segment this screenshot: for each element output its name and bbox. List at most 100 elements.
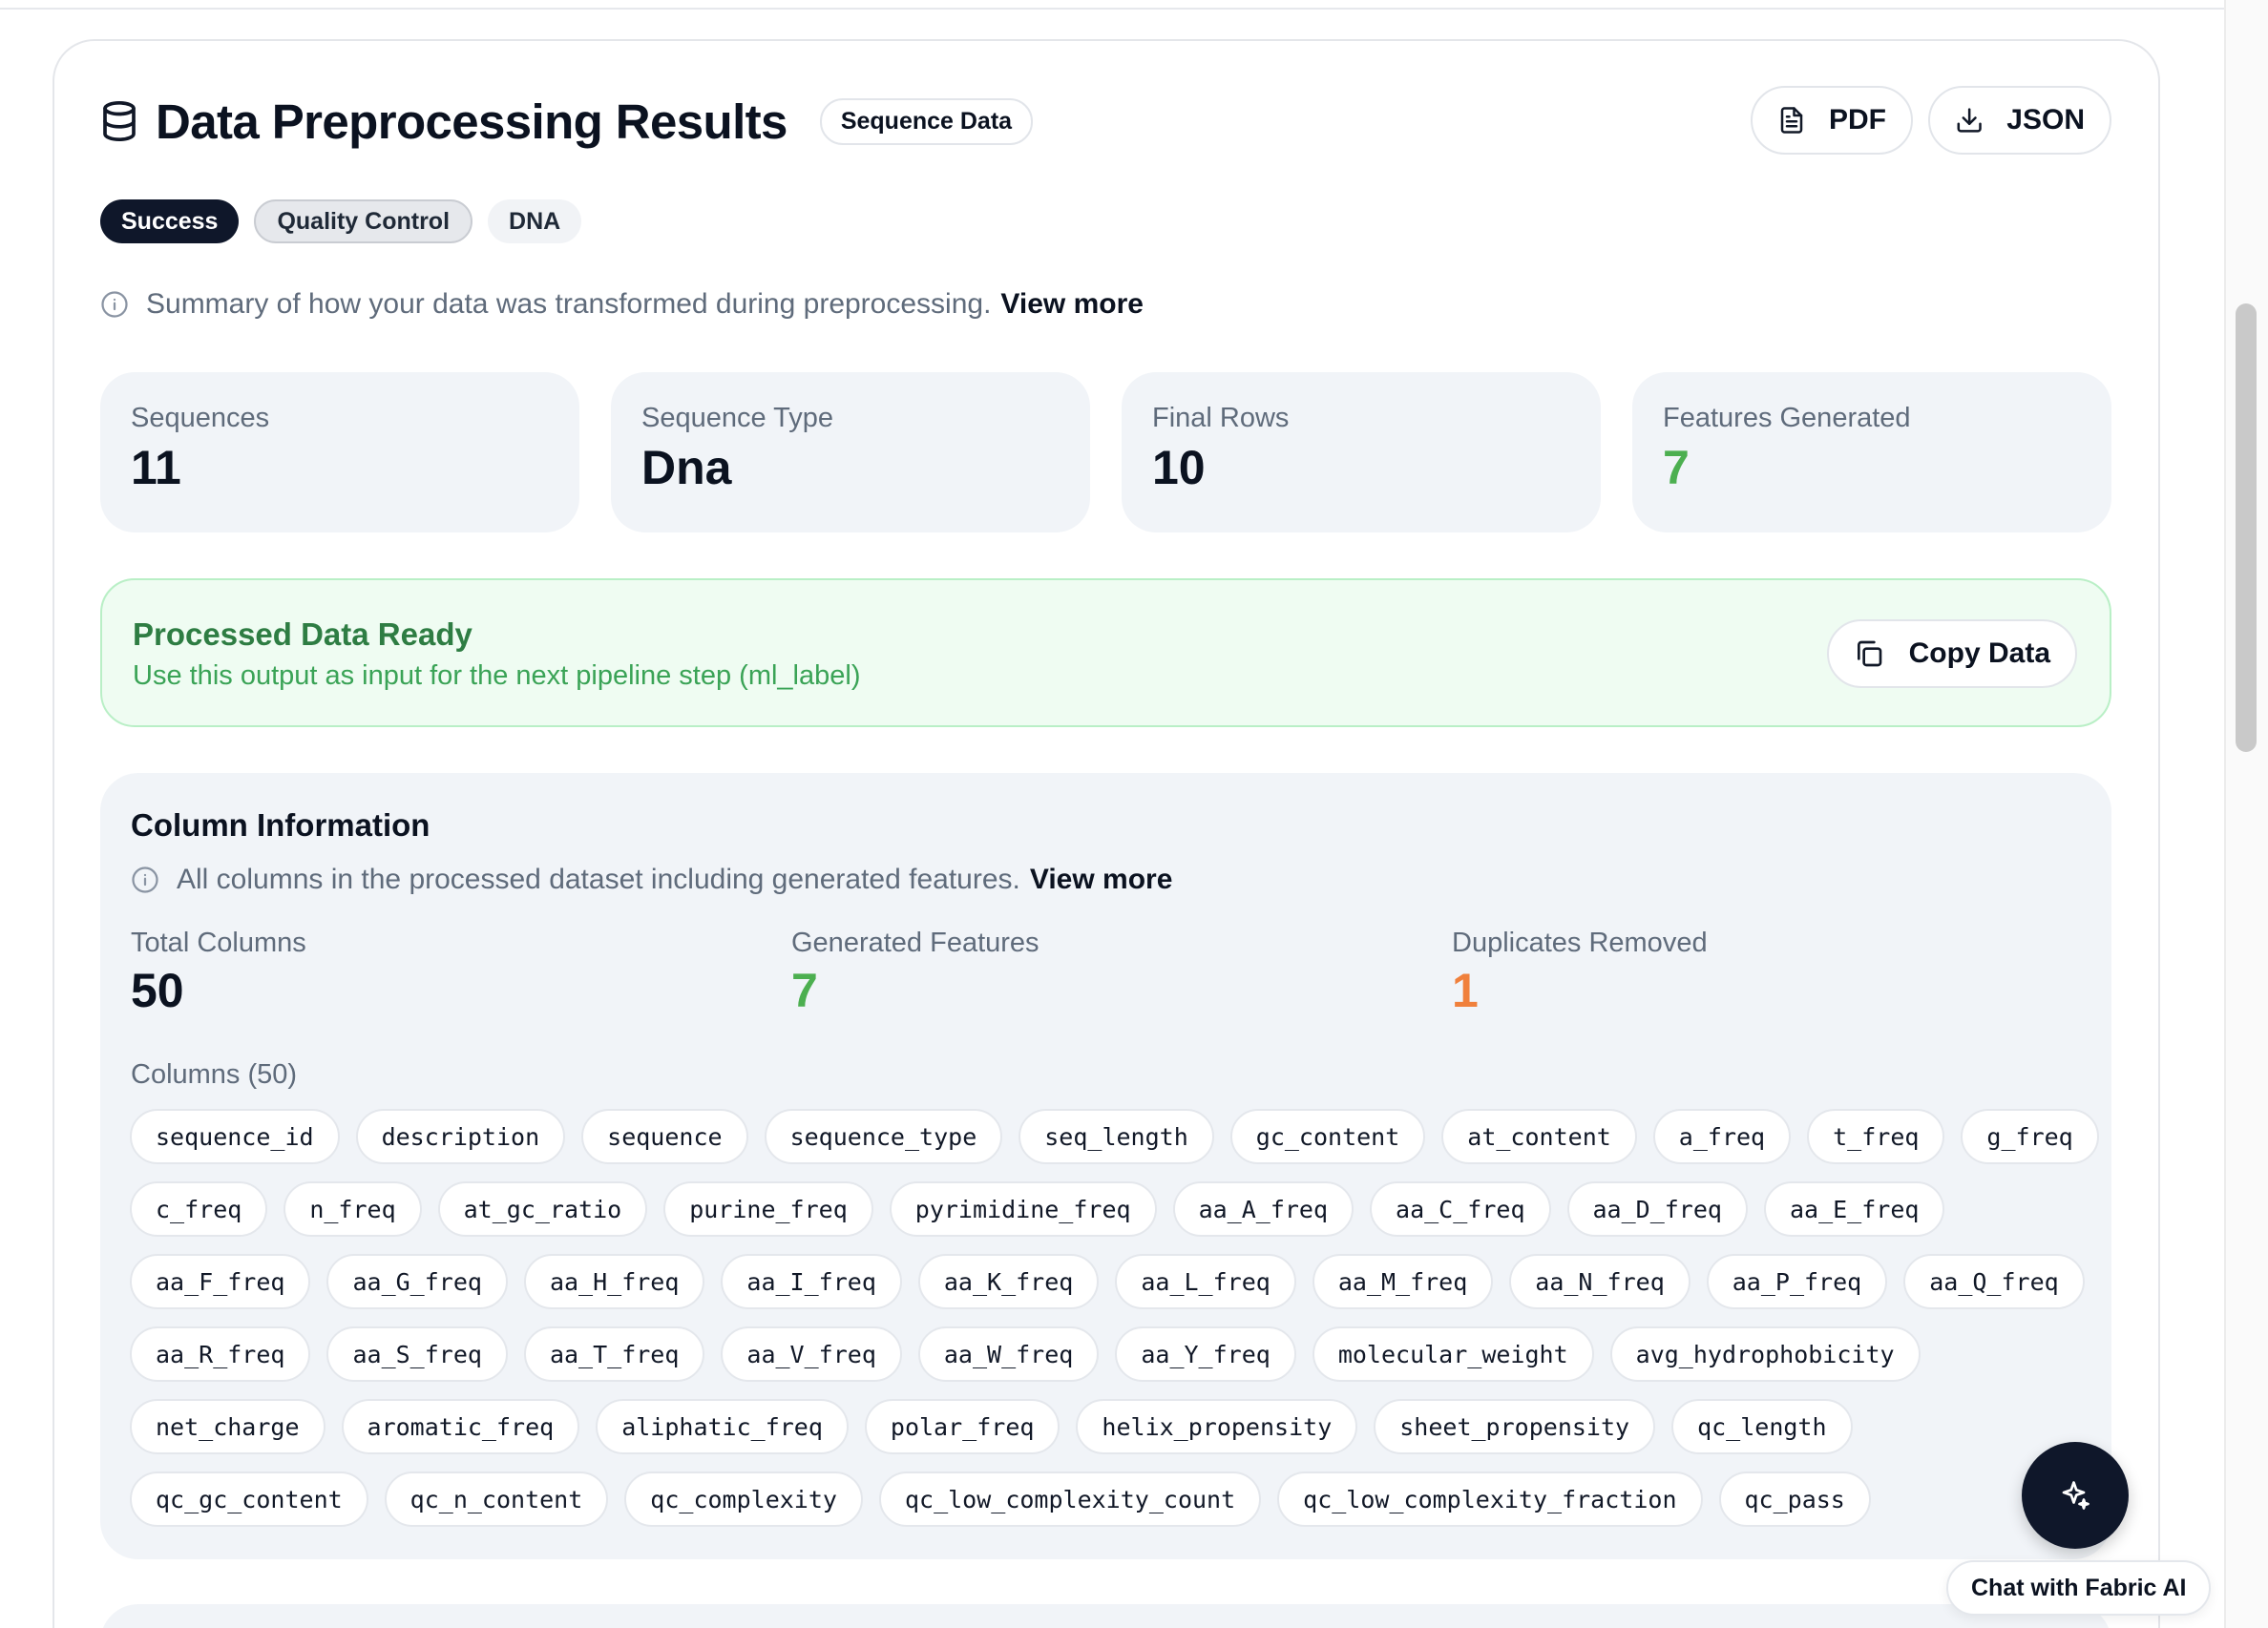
column-chip: sequence_type (764, 1109, 1003, 1164)
column-chip: aa_Q_freq (1903, 1254, 2085, 1309)
column-chip: description (355, 1109, 566, 1164)
column-chip: aa_R_freq (130, 1326, 311, 1382)
copy-icon (1857, 640, 1881, 667)
scrollbar-track[interactable] (2224, 0, 2268, 1628)
summary-text: Summary of how your data was transformed… (146, 288, 992, 320)
column-chip: aa_T_freq (523, 1326, 705, 1382)
chat-with-ai-label[interactable]: Chat with Fabric AI (1946, 1560, 2212, 1616)
stat-label: Final Rows (1152, 403, 1290, 433)
stat-value: 10 (1152, 441, 1206, 494)
pdf-label: PDF (1829, 104, 1886, 136)
column-chip: n_freq (284, 1181, 422, 1237)
sparkles-icon (2062, 1481, 2090, 1510)
column-chip: aa_S_freq (326, 1326, 508, 1382)
column-chip: aa_D_freq (1566, 1181, 1748, 1237)
column-chip: qc_low_complexity_count (878, 1471, 1262, 1527)
stat-label: Sequences (131, 403, 270, 433)
stat-label: Duplicates Removed (1452, 928, 1708, 958)
stat-card-sequence-type: Sequence Type Dna (611, 372, 1090, 532)
column-chip: polar_freq (864, 1399, 1060, 1454)
download-icon (1957, 108, 1982, 133)
column-chip: aa_F_freq (130, 1254, 311, 1309)
total-columns-stat: Total Columns 50 (131, 928, 306, 1018)
column-chip: seq_length (1018, 1109, 1214, 1164)
column-chip: aa_E_freq (1763, 1181, 1945, 1237)
stat-value: Dna (641, 441, 732, 494)
status-badges: Success Quality Control DNA (100, 199, 582, 243)
file-text-icon (1780, 107, 1803, 134)
column-chip: helix_propensity (1076, 1399, 1358, 1454)
column-chip: aa_K_freq (917, 1254, 1100, 1309)
results-header: Data Preprocessing Results Sequence Data (100, 88, 1034, 155)
column-chip: gc_content (1229, 1109, 1426, 1164)
stat-value: 11 (131, 441, 181, 494)
stat-label: Sequence Type (641, 403, 834, 433)
column-chip: aa_A_freq (1172, 1181, 1354, 1237)
column-chip: aa_L_freq (1115, 1254, 1296, 1309)
copy-data-label: Copy Data (1908, 637, 2050, 669)
column-chip-list: sequence_id description sequence sequence_t… (130, 1109, 2106, 1527)
column-chip: at_content (1441, 1109, 1637, 1164)
stat-label: Generated Features (791, 928, 1040, 958)
column-chip: c_freq (130, 1181, 268, 1237)
scrollbar-thumb[interactable] (2236, 303, 2257, 752)
column-chip: aa_N_freq (1509, 1254, 1690, 1309)
generated-features-stat: Generated Features 7 (791, 928, 1040, 1018)
column-chip: purine_freq (663, 1181, 873, 1237)
stat-value: 7 (1663, 441, 1690, 494)
info-icon (101, 291, 128, 318)
database-icon (103, 100, 136, 142)
column-chip: aliphatic_freq (596, 1399, 849, 1454)
sequence-data-tag: Sequence Data (819, 97, 1034, 145)
column-chip: aa_M_freq (1312, 1254, 1494, 1309)
processed-data-ready-banner: Processed Data Ready Use this output as … (100, 578, 2111, 727)
column-info: All columns in the processed dataset inc… (131, 864, 1172, 896)
column-chip: avg_hydrophobicity (1609, 1326, 1921, 1382)
info-icon (132, 866, 158, 893)
column-chip: sequence (581, 1109, 748, 1164)
copy-data-button[interactable]: Copy Data (1826, 619, 2077, 688)
column-chip: qc_pass (1718, 1471, 1871, 1527)
export-pdf-button[interactable]: PDF (1751, 86, 1913, 155)
stat-value: 1 (1452, 964, 1479, 1017)
column-chip: pyrimidine_freq (889, 1181, 1157, 1237)
column-info-text: All columns in the processed dataset inc… (177, 864, 1020, 895)
column-chip: aa_Y_freq (1115, 1326, 1296, 1382)
column-chip: qc_gc_content (130, 1471, 368, 1527)
ready-subtitle: Use this output as input for the next pi… (133, 660, 861, 691)
column-chip: aa_V_freq (721, 1326, 902, 1382)
summary-info: Summary of how your data was transformed… (100, 288, 1144, 321)
stat-card-features-generated: Features Generated 7 (1632, 372, 2111, 532)
column-chip: qc_complexity (624, 1471, 863, 1527)
column-chip: aromatic_freq (341, 1399, 580, 1454)
column-chip: qc_length (1671, 1399, 1853, 1454)
duplicates-removed-stat: Duplicates Removed 1 (1452, 928, 1708, 1018)
next-section-panel (100, 1604, 2111, 1628)
column-chip: a_freq (1652, 1109, 1792, 1164)
json-label: JSON (2006, 104, 2085, 136)
column-chip: at_gc_ratio (437, 1181, 648, 1237)
stat-label: Total Columns (131, 928, 306, 958)
summary-view-more-link[interactable]: View more (1000, 288, 1144, 321)
columns-list-label: Columns (50) (131, 1059, 298, 1090)
chat-ai-button[interactable] (2022, 1442, 2129, 1549)
column-chip: net_charge (130, 1399, 326, 1454)
top-bar (0, 0, 2224, 10)
column-chip: aa_H_freq (523, 1254, 705, 1309)
page-title: Data Preprocessing Results (156, 94, 788, 149)
dna-badge: DNA (488, 199, 582, 243)
column-chip: qc_n_content (384, 1471, 609, 1527)
column-chip: aa_I_freq (721, 1254, 902, 1309)
column-chip: aa_W_freq (917, 1326, 1100, 1382)
column-chip: sheet_propensity (1374, 1399, 1656, 1454)
column-view-more-link[interactable]: View more (1030, 864, 1173, 896)
column-chip: molecular_weight (1312, 1326, 1594, 1382)
column-chip: sequence_id (130, 1109, 340, 1164)
ready-title: Processed Data Ready (133, 616, 472, 652)
quality-control-badge: Quality Control (254, 199, 473, 243)
stat-card-sequences: Sequences 11 (100, 372, 579, 532)
stat-value: 50 (131, 964, 184, 1017)
column-info-title: Column Information (131, 807, 430, 843)
column-chip: t_freq (1807, 1109, 1945, 1164)
export-json-button[interactable]: JSON (1928, 86, 2111, 155)
